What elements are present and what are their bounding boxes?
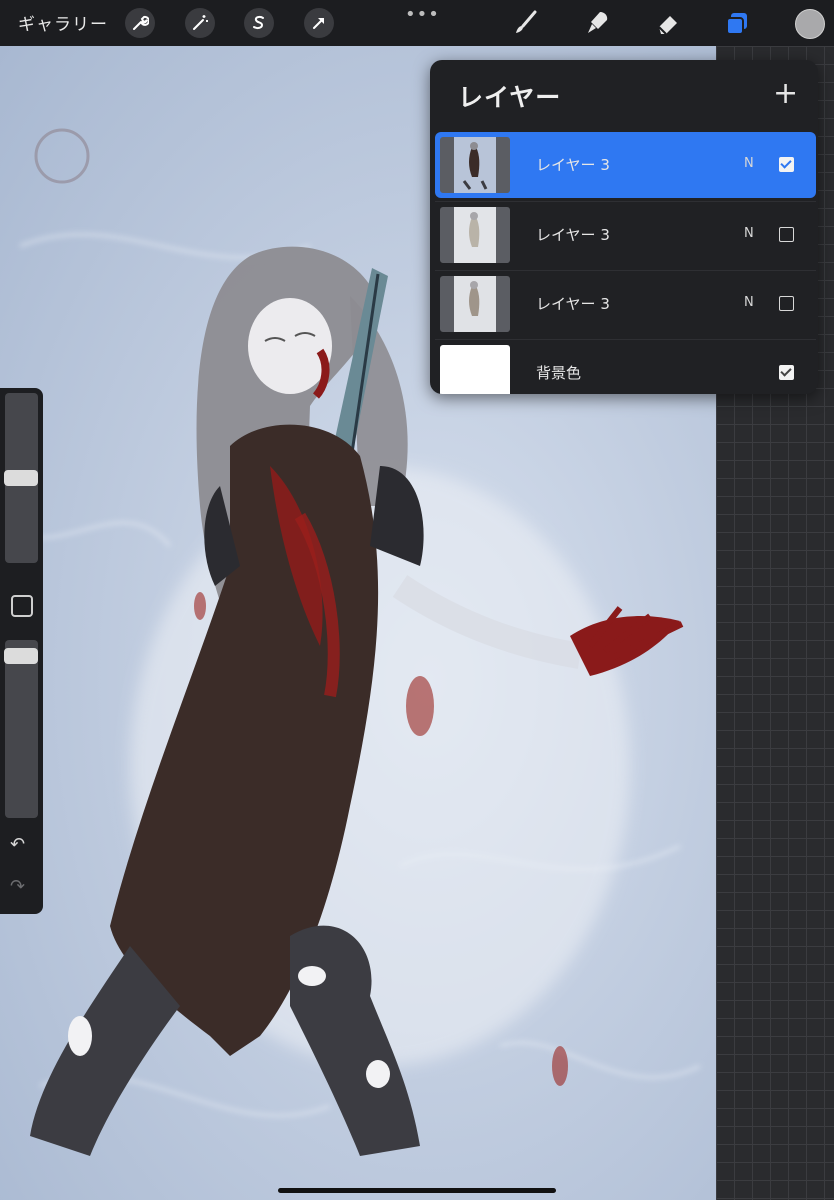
layer-row[interactable]: レイヤー 3 N [435, 201, 816, 268]
smudge-icon[interactable] [582, 8, 612, 38]
layer-visibility-checkbox[interactable] [779, 365, 794, 380]
layer-row[interactable]: レイヤー 3 N [435, 270, 816, 337]
layer-thumbnail [440, 276, 510, 332]
left-sidebar: ↶ ↷ [0, 388, 43, 914]
more-options-button[interactable]: ••• [405, 4, 440, 25]
layer-visibility-checkbox[interactable] [779, 296, 794, 311]
layers-icon[interactable] [722, 8, 752, 38]
layer-row-background[interactable]: 背景色 [435, 339, 816, 394]
layer-visibility-checkbox[interactable] [779, 227, 794, 242]
eraser-icon[interactable] [652, 8, 682, 38]
top-toolbar: ギャラリー ••• [0, 0, 834, 46]
opacity-slider[interactable] [5, 640, 38, 818]
blend-mode-label[interactable]: N [744, 156, 754, 171]
brush-icon[interactable] [510, 8, 540, 38]
layer-name: レイヤー 3 [536, 156, 610, 174]
wrench-icon[interactable] [125, 8, 155, 38]
layer-row[interactable]: レイヤー 3 N [435, 132, 816, 198]
background-color-swatch [440, 345, 510, 394]
layer-name: レイヤー 3 [536, 226, 610, 244]
redo-icon[interactable]: ↷ [10, 876, 25, 897]
blend-mode-label[interactable]: N [744, 226, 754, 241]
layer-thumbnail [440, 207, 510, 263]
home-indicator[interactable] [278, 1188, 556, 1193]
selection-s-icon[interactable] [244, 8, 274, 38]
layer-visibility-checkbox[interactable] [779, 157, 794, 172]
transform-arrow-icon[interactable] [304, 8, 334, 38]
blend-mode-label[interactable]: N [744, 295, 754, 310]
undo-icon[interactable]: ↶ [10, 834, 25, 855]
layers-panel-title: レイヤー [458, 83, 562, 112]
magic-wand-icon[interactable] [185, 8, 215, 38]
layers-panel: レイヤー + レイヤー 3 N レイヤー 3 N レイヤー 3 N 背景色 [430, 60, 818, 394]
color-picker-button[interactable] [795, 9, 825, 39]
brush-size-handle[interactable] [4, 470, 38, 486]
gallery-button[interactable]: ギャラリー [18, 10, 108, 35]
layer-name: レイヤー 3 [536, 295, 610, 313]
layer-thumbnail [440, 137, 510, 193]
add-layer-button[interactable]: + [773, 79, 798, 109]
layer-name: 背景色 [536, 364, 582, 382]
modify-button[interactable] [11, 595, 33, 617]
opacity-handle[interactable] [4, 648, 38, 664]
